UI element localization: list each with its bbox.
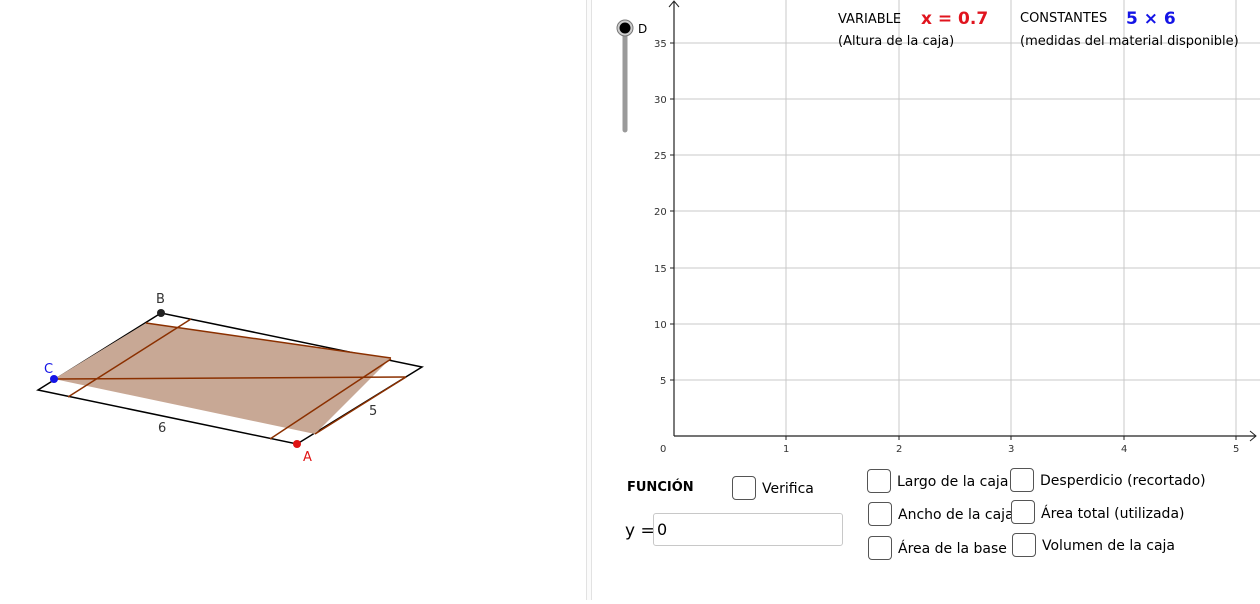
variable-label: VARIABLE	[838, 12, 902, 27]
area-base-checkbox[interactable]	[868, 536, 892, 560]
width-label: 6	[158, 421, 166, 436]
variable-caption: (Altura de la caja)	[838, 34, 955, 49]
x-tick-label: 3	[1008, 444, 1014, 455]
constants-value: 5 × 6	[1126, 9, 1176, 29]
variable-value: x = 0.7	[921, 9, 989, 29]
point-c-label: C	[44, 362, 53, 377]
y-prefix: y =	[625, 521, 655, 541]
desperdicio-label: Desperdicio (recortado)	[1040, 473, 1206, 489]
origin-label: 0	[660, 444, 666, 455]
geometry-view[interactable]: B C A 6 5	[0, 0, 586, 600]
verifica-checkbox[interactable]	[732, 476, 756, 500]
y-tick-label: 35	[654, 39, 667, 50]
largo-checkbox[interactable]	[867, 469, 891, 493]
point-b-label: B	[156, 292, 165, 307]
slider-label: D	[638, 22, 647, 36]
point-a[interactable]	[293, 440, 301, 448]
x-tick-label: 5	[1233, 444, 1239, 455]
function-input[interactable]: 0	[653, 513, 843, 546]
depth-label: 5	[369, 404, 377, 419]
y-tick-label: 10	[654, 320, 667, 331]
point-a-label: A	[303, 450, 312, 465]
y-tick-label: 15	[654, 264, 667, 275]
constants-label: CONSTANTES	[1020, 11, 1108, 26]
area-total-label: Área total (utilizada)	[1041, 506, 1185, 522]
slider-knob[interactable]	[619, 22, 631, 34]
constants-caption: (medidas del material disponible)	[1020, 34, 1239, 49]
tick-labels: 1 2 3 4 5 0 5 10 15 20 25 30 35	[654, 39, 1239, 455]
funcion-label: FUNCIÓN	[627, 480, 694, 495]
largo-label: Largo de la caja	[897, 474, 1009, 490]
grid	[674, 0, 1260, 436]
x-tick-label: 2	[896, 444, 902, 455]
ancho-label: Ancho de la caja	[898, 507, 1014, 523]
sheet-figure: B C A 6 5	[36, 292, 425, 465]
y-tick-label: 5	[660, 376, 666, 387]
verifica-label: Verifica	[762, 481, 814, 497]
y-tick-label: 25	[654, 151, 667, 162]
volumen-label: Volumen de la caja	[1042, 538, 1176, 554]
ancho-checkbox[interactable]	[868, 502, 892, 526]
x-tick-label: 1	[783, 444, 789, 455]
area-base-label: Área de la base	[898, 541, 1007, 557]
function-graph: 1 2 3 4 5 0 5 10 15 20 25 30 35 D	[616, 0, 1260, 455]
point-b[interactable]	[157, 309, 165, 317]
desperdicio-checkbox[interactable]	[1010, 468, 1034, 492]
y-tick-label: 30	[654, 95, 667, 106]
area-total-checkbox[interactable]	[1011, 500, 1035, 524]
y-tick-label: 20	[654, 207, 667, 218]
volumen-checkbox[interactable]	[1012, 533, 1036, 557]
x-tick-label: 4	[1121, 444, 1127, 455]
